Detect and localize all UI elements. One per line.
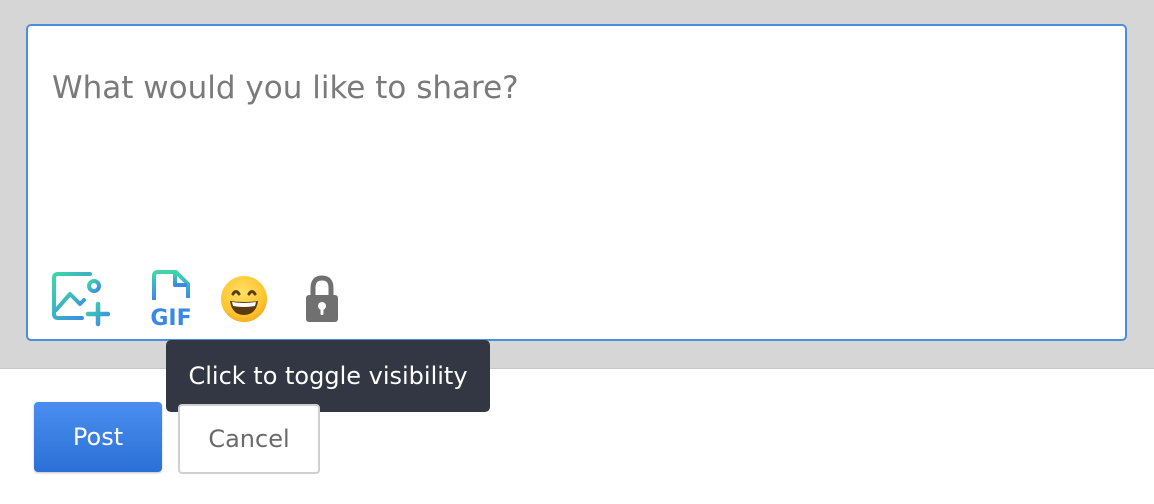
cancel-button-label: Cancel [208, 425, 290, 453]
post-button-label: Post [72, 423, 124, 451]
post-button[interactable]: Post [34, 402, 162, 472]
visibility-tooltip: Click to toggle visibility [166, 340, 490, 412]
post-text-input[interactable] [28, 26, 1125, 246]
svg-text:GIF: GIF [150, 306, 191, 328]
gif-icon: GIF [150, 270, 192, 328]
tooltip-text: Click to toggle visibility [188, 362, 468, 390]
image-add-icon [52, 272, 110, 327]
toggle-visibility-button[interactable] [292, 270, 352, 328]
add-image-button[interactable] [50, 270, 110, 328]
add-gif-button[interactable]: GIF [140, 270, 200, 328]
add-emoji-button[interactable] [214, 270, 274, 328]
cancel-button[interactable]: Cancel [178, 404, 320, 474]
post-composer: GIF [26, 24, 1127, 341]
emoji-icon [221, 276, 267, 322]
lock-icon [306, 275, 338, 322]
